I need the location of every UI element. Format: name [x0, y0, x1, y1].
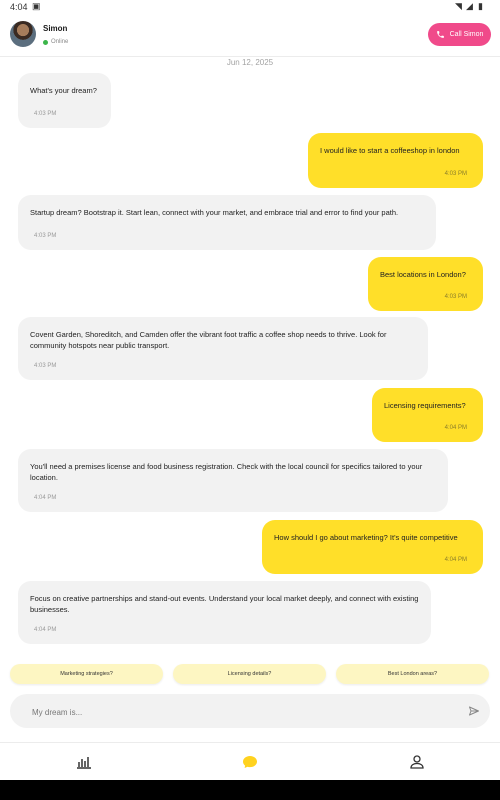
send-icon[interactable] — [468, 705, 480, 717]
message-text: You'll need a premises license and food … — [30, 462, 423, 482]
chat-icon[interactable] — [242, 755, 258, 769]
suggestion-chip[interactable]: Licensing details? — [173, 664, 326, 684]
chat-header: Simon Online Call Simon — [0, 14, 500, 57]
message-input[interactable] — [30, 703, 454, 721]
message-time: 4:04 PM — [34, 494, 57, 501]
notification-icon: ▣ — [32, 1, 41, 11]
wifi-icon: ◥ — [455, 1, 462, 11]
battery-icon: ▮ — [478, 1, 483, 11]
suggestion-chip[interactable]: Marketing strategies? — [10, 664, 163, 684]
profile-icon[interactable] — [409, 755, 425, 769]
message-time: 4:04 PM — [444, 556, 467, 563]
phone-icon — [436, 31, 444, 38]
user-message: Best locations in London? 4:03 PM — [368, 257, 483, 311]
contact-name: Simon — [43, 24, 68, 33]
avatar[interactable] — [10, 21, 36, 47]
message-time: 4:03 PM — [444, 293, 467, 300]
user-message: How should I go about marketing? It's qu… — [262, 520, 483, 574]
signal-icon: ◢ — [466, 1, 473, 11]
bot-message: You'll need a premises license and food … — [18, 449, 448, 512]
online-status: Online — [51, 39, 69, 45]
bot-message: Startup dream? Bootstrap it. Start lean,… — [18, 195, 436, 250]
user-message: I would like to start a coffeeshop in lo… — [308, 133, 483, 188]
message-text: Covent Garden, Shoreditch, and Camden of… — [30, 330, 387, 350]
message-time: 4:04 PM — [444, 424, 467, 431]
call-button[interactable]: Call Simon — [428, 23, 491, 46]
message-composer — [10, 694, 490, 728]
system-nav-bar — [0, 780, 500, 800]
message-time: 4:03 PM — [34, 110, 57, 117]
message-text: How should I go about marketing? It's qu… — [274, 533, 458, 542]
message-text: Best locations in London? — [380, 270, 466, 279]
call-button-label: Call Simon — [449, 31, 484, 38]
message-text: Licensing requirements? — [384, 401, 466, 410]
date-separator: Jun 12, 2025 — [226, 58, 274, 67]
stats-icon[interactable] — [76, 755, 92, 769]
message-text: I would like to start a coffeeshop in lo… — [320, 146, 460, 155]
status-time: 4:04 — [10, 2, 28, 12]
message-text: What's your dream? — [30, 86, 97, 95]
message-time: 4:03 PM — [34, 232, 57, 239]
online-dot-icon — [43, 40, 48, 45]
message-text: Focus on creative partnerships and stand… — [30, 594, 419, 614]
user-message: Licensing requirements? 4:04 PM — [372, 388, 483, 442]
bot-message: Covent Garden, Shoreditch, and Camden of… — [18, 317, 428, 380]
message-time: 4:03 PM — [34, 362, 57, 369]
bot-message: What's your dream? 4:03 PM — [18, 73, 111, 128]
status-bar: 4:04 ▣ ◥ ◢ ▮ — [0, 0, 500, 14]
message-time: 4:04 PM — [34, 626, 57, 633]
suggestion-chip[interactable]: Best London areas? — [336, 664, 489, 684]
message-text: Startup dream? Bootstrap it. Start lean,… — [30, 208, 399, 217]
bot-message: Focus on creative partnerships and stand… — [18, 581, 431, 644]
bottom-nav — [0, 742, 500, 781]
message-time: 4:03 PM — [444, 170, 467, 177]
